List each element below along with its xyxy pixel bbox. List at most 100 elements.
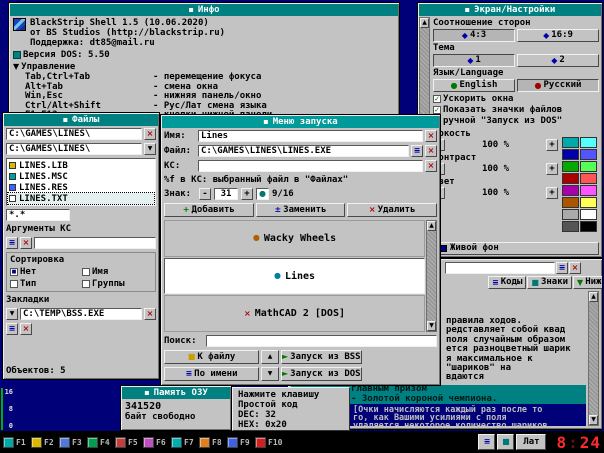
color-swatch[interactable] — [580, 221, 597, 232]
add-button[interactable]: + Добавить — [164, 203, 254, 217]
aspect-option-button[interactable]: ◆ 16:9 — [517, 29, 599, 42]
path-input[interactable] — [6, 128, 142, 140]
scroll-track[interactable] — [589, 302, 598, 415]
radio-box[interactable] — [82, 268, 90, 276]
settings-titlebar[interactable]: ▪ Экран/Настройки — [419, 4, 601, 16]
scroll-down-button[interactable]: ▼ — [427, 321, 436, 331]
path-clear-button[interactable]: × — [144, 128, 156, 140]
run-bss-button[interactable]: ► Запуск из BSS — [281, 350, 362, 364]
settings-checkbox[interactable]: ✓ Показать значки файлов — [433, 105, 599, 115]
sort-radio[interactable]: Имя — [82, 267, 152, 277]
function-key-button[interactable]: F9 — [227, 433, 253, 451]
launch-item[interactable]: ● Wacky Wheels — [164, 220, 425, 257]
bookmark-add-button[interactable]: ≡ — [6, 323, 18, 335]
settings-checkbox[interactable]: ручной "Запуск из DOS" — [433, 116, 599, 126]
icon-number-input[interactable] — [214, 188, 238, 200]
function-key-button[interactable]: F10 — [255, 433, 282, 451]
args-list-button[interactable]: ≡ — [6, 237, 18, 249]
section-collapse-icon[interactable]: ▼ — [13, 63, 19, 71]
function-key-button[interactable]: F4 — [87, 433, 113, 451]
function-key-button[interactable]: F8 — [199, 433, 225, 451]
icon-next-button[interactable]: + — [241, 188, 253, 200]
name-clear-button[interactable]: × — [425, 130, 437, 142]
radio-box[interactable] — [82, 280, 90, 288]
function-key-button[interactable]: F2 — [31, 433, 57, 451]
color-swatch[interactable] — [562, 221, 579, 232]
kc-input[interactable] — [198, 160, 423, 172]
color-swatch[interactable] — [580, 209, 597, 220]
function-key-button[interactable]: F1 — [3, 433, 29, 451]
files-titlebar[interactable]: ▪ Файлы — [4, 114, 158, 126]
file-list-item[interactable]: LINES.TXT — [7, 192, 155, 205]
info-titlebar[interactable]: ▪ Инфо — [10, 4, 398, 16]
color-swatch[interactable] — [562, 137, 579, 148]
keyboard-layout-button[interactable]: Лат — [516, 434, 547, 450]
file-list-item[interactable]: LINES.RES — [8, 182, 154, 193]
scroll-up-button[interactable]: ▲ — [420, 18, 429, 28]
taskbar-square-button[interactable]: ■ — [497, 434, 515, 450]
by-name-button[interactable]: ≡ По имени — [164, 367, 259, 381]
sort-radio[interactable]: Тип — [10, 279, 80, 289]
name-input[interactable] — [198, 130, 423, 142]
file-list-item[interactable]: LINES.MSC — [8, 171, 154, 182]
launch-item[interactable]: ● Lines — [164, 257, 425, 295]
kc-clear-button[interactable]: × — [425, 160, 437, 172]
scroll-down-button[interactable]: ▼ — [589, 415, 598, 425]
increase-button[interactable]: + — [546, 187, 558, 199]
settings-checkbox[interactable]: ✓ Ускорить окна — [433, 94, 599, 104]
file-browse-button[interactable]: ≡ — [411, 145, 423, 157]
to-file-button[interactable]: ■ К файлу — [164, 350, 259, 364]
dir-dropdown-button[interactable]: ▼ — [144, 143, 156, 155]
live-background-button[interactable]: Живой фон — [433, 242, 599, 255]
signs-button[interactable]: ■ Знаки — [527, 276, 573, 289]
scroll-up-button[interactable]: ▲ — [589, 292, 598, 302]
color-swatch[interactable] — [580, 137, 597, 148]
search-input[interactable] — [206, 335, 437, 347]
viewer-list-button[interactable]: ≡ — [556, 262, 568, 274]
language-option-button[interactable]: ● English — [433, 79, 515, 92]
file-clear-button[interactable]: × — [425, 145, 437, 157]
color-swatch[interactable] — [562, 209, 579, 220]
viewer-close-button[interactable]: × — [569, 262, 581, 274]
theme-option-button[interactable]: ◆ 1 — [433, 54, 515, 67]
increase-button[interactable]: + — [546, 163, 558, 175]
launch-item[interactable]: × MathCAD 2 [DOS] — [164, 295, 425, 333]
arguments-input[interactable] — [34, 237, 156, 249]
file-mask-input[interactable] — [6, 209, 70, 221]
launch-list-scrollbar[interactable]: ▲ ▼ — [426, 220, 437, 332]
launch-titlebar[interactable]: ▪ Меню запуска — [162, 116, 439, 128]
icon-prev-button[interactable]: - — [199, 188, 211, 200]
bookmark-remove-button[interactable]: × — [20, 323, 32, 335]
move-down-button[interactable]: ▼ — [261, 367, 279, 381]
checkbox-box[interactable]: ✓ — [433, 106, 441, 114]
codes-button[interactable]: ≡ Коды — [488, 276, 527, 289]
color-swatch[interactable] — [562, 197, 579, 208]
viewer-scrollbar[interactable]: ▲ ▼ — [588, 291, 599, 426]
radio-box[interactable] — [10, 280, 18, 288]
scroll-track[interactable] — [427, 231, 436, 321]
move-up-button[interactable]: ▲ — [261, 350, 279, 364]
below-button[interactable]: ▼ Ниже — [573, 276, 602, 289]
function-key-button[interactable]: F5 — [115, 433, 141, 451]
memory-titlebar[interactable]: ▪ Память ОЗУ — [122, 387, 230, 399]
color-swatch[interactable] — [580, 173, 597, 184]
color-swatch[interactable] — [580, 149, 597, 160]
color-swatch[interactable] — [580, 185, 597, 196]
current-dir-input[interactable] — [6, 143, 142, 155]
args-clear-button[interactable]: × — [20, 237, 32, 249]
bookmark-dropdown-button[interactable]: ▼ — [6, 308, 18, 320]
file-list-item[interactable]: LINES.LIB — [8, 160, 154, 171]
bookmark-clear-button[interactable]: × — [144, 308, 156, 320]
color-swatch[interactable] — [562, 149, 579, 160]
delete-button[interactable]: × Удалить — [347, 203, 438, 217]
color-swatch[interactable] — [562, 185, 579, 196]
checkbox-box[interactable]: ✓ — [433, 95, 441, 103]
bookmark-input[interactable] — [20, 308, 142, 320]
color-swatch[interactable] — [562, 161, 579, 172]
replace-button[interactable]: ± Заменить — [255, 203, 346, 217]
increase-button[interactable]: + — [546, 139, 558, 151]
function-key-button[interactable]: F6 — [143, 433, 169, 451]
file-input[interactable] — [198, 145, 409, 157]
function-key-button[interactable]: F3 — [59, 433, 85, 451]
sort-radio[interactable]: Группы — [82, 279, 152, 289]
